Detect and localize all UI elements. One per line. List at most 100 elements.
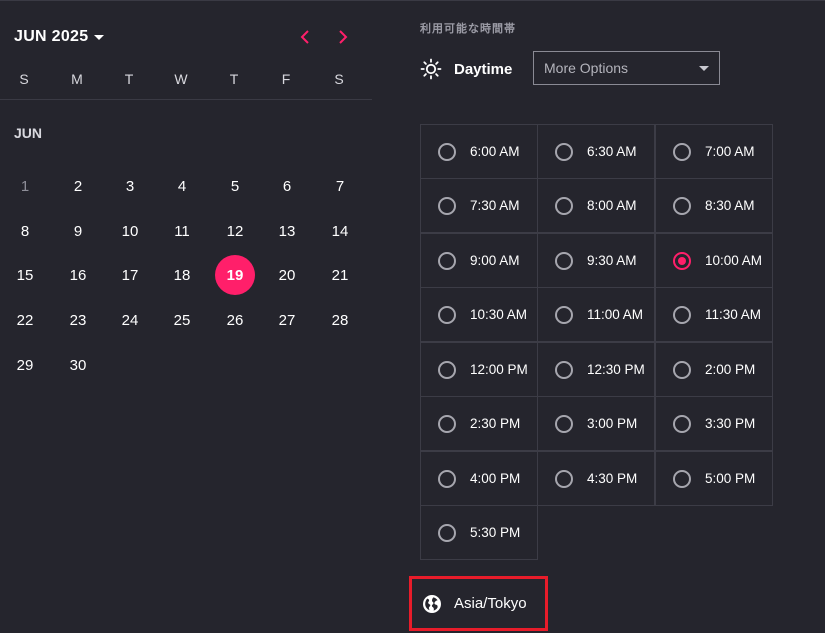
- next-month-button[interactable]: [332, 25, 354, 49]
- calendar-day[interactable]: 14: [320, 211, 360, 251]
- weekday-label: S: [19, 71, 29, 87]
- calendar-day[interactable]: 24: [110, 300, 150, 340]
- calendar-day[interactable]: 18: [162, 255, 202, 295]
- time-slot[interactable]: 4:00 PM: [420, 451, 538, 506]
- time-slot-label: 12:00 PM: [470, 362, 528, 377]
- daytime-label: Daytime: [454, 60, 513, 78]
- calendar-day[interactable]: 28: [320, 300, 360, 340]
- prev-month-button[interactable]: [294, 25, 316, 49]
- calendar-day[interactable]: 27: [267, 300, 307, 340]
- radio-icon: [673, 360, 691, 379]
- calendar-day[interactable]: 10: [110, 211, 150, 251]
- time-slot[interactable]: 4:30 PM: [537, 451, 655, 506]
- time-slot-grid: 6:00 AM 6:30 AM 7:00 AM 7:30 AM 8:00 AM …: [420, 124, 773, 561]
- radio-icon: [673, 305, 691, 324]
- time-slot-label: 12:30 PM: [587, 362, 645, 377]
- timezone-label: Asia/Tokyo: [454, 595, 527, 612]
- daytime-row: Daytime: [420, 57, 512, 81]
- radio-icon: [673, 142, 691, 161]
- radio-icon: [438, 142, 456, 161]
- chevron-right-icon: [339, 30, 348, 44]
- time-slot-label: 10:00 AM: [705, 253, 763, 268]
- weekday-label: S: [334, 71, 344, 87]
- timezone-selector[interactable]: Asia/Tokyo: [409, 576, 548, 631]
- time-slot-label: 5:00 PM: [705, 471, 756, 486]
- radio-icon: [438, 523, 456, 542]
- calendar-day[interactable]: 17: [110, 255, 150, 295]
- calendar-panel: JUN 2025 S M T W T F S JUN 1 2 3 4 5 6 7…: [0, 1, 372, 633]
- calendar-day[interactable]: 5: [215, 166, 255, 206]
- radio-icon: [673, 469, 691, 488]
- time-slot[interactable]: 5:30 PM: [420, 505, 538, 560]
- chevron-left-icon: [300, 30, 309, 44]
- time-slot-label: 8:30 AM: [705, 198, 755, 213]
- calendar-day[interactable]: 6: [267, 166, 307, 206]
- caret-down-icon: [699, 66, 709, 71]
- time-slot-label: 6:00 AM: [470, 144, 520, 159]
- calendar-day[interactable]: 2: [58, 166, 98, 206]
- calendar-day[interactable]: 7: [320, 166, 360, 206]
- time-slot-label: 7:00 AM: [705, 144, 755, 159]
- radio-icon: [555, 469, 573, 488]
- radio-icon: [555, 196, 573, 215]
- time-slot-label: 3:00 PM: [587, 416, 638, 431]
- month-year-label: JUN 2025: [14, 28, 89, 45]
- time-slot-label: 10:30 AM: [470, 307, 528, 322]
- time-slot[interactable]: 3:30 PM: [655, 396, 773, 451]
- time-slot[interactable]: 7:30 AM: [420, 178, 538, 233]
- more-options-dropdown[interactable]: More Options: [533, 51, 720, 85]
- time-slot[interactable]: 3:00 PM: [537, 396, 655, 451]
- time-slot-label: 2:30 PM: [470, 416, 521, 431]
- calendar-day[interactable]: 22: [5, 300, 45, 340]
- calendar-day[interactable]: 26: [215, 300, 255, 340]
- time-slot[interactable]: 2:30 PM: [420, 396, 538, 451]
- calendar-day[interactable]: 11: [162, 211, 202, 251]
- calendar-day[interactable]: 23: [58, 300, 98, 340]
- time-slot-label: 4:30 PM: [587, 471, 638, 486]
- time-slot[interactable]: 8:30 AM: [655, 178, 773, 233]
- calendar-day[interactable]: 13: [267, 211, 307, 251]
- calendar-day-selected[interactable]: 19: [215, 255, 255, 295]
- calendar-day[interactable]: 12: [215, 211, 255, 251]
- time-slot[interactable]: 10:30 AM: [420, 287, 538, 342]
- radio-icon: [438, 360, 456, 379]
- calendar-day[interactable]: 4: [162, 166, 202, 206]
- time-slot[interactable]: 7:00 AM: [655, 124, 773, 179]
- time-slot[interactable]: 2:00 PM: [655, 342, 773, 397]
- radio-icon: [555, 414, 573, 433]
- calendar-day[interactable]: 16: [58, 255, 98, 295]
- time-slot[interactable]: 9:00 AM: [420, 233, 538, 288]
- radio-icon: [555, 142, 573, 161]
- time-slot[interactable]: 11:30 AM: [655, 287, 773, 342]
- calendar-day[interactable]: 1: [5, 166, 45, 206]
- time-slot-label: 3:30 PM: [705, 416, 756, 431]
- calendar-day[interactable]: 3: [110, 166, 150, 206]
- time-slot-selected[interactable]: 10:00 AM: [655, 233, 773, 288]
- time-slot[interactable]: 6:00 AM: [420, 124, 538, 179]
- time-slot[interactable]: 12:30 PM: [537, 342, 655, 397]
- calendar-day[interactable]: 15: [5, 255, 45, 295]
- weekday-label: W: [174, 71, 188, 87]
- time-slot-label: 8:00 AM: [587, 198, 637, 213]
- calendar-day[interactable]: 8: [5, 211, 45, 251]
- calendar-day[interactable]: 21: [320, 255, 360, 295]
- time-slot-label: 2:00 PM: [705, 362, 756, 377]
- time-slot[interactable]: 9:30 AM: [537, 233, 655, 288]
- caret-down-icon: [94, 34, 105, 40]
- calendar-day[interactable]: 25: [162, 300, 202, 340]
- calendar-day[interactable]: 29: [5, 345, 45, 385]
- calendar-day[interactable]: 9: [58, 211, 98, 251]
- time-slot[interactable]: 11:00 AM: [537, 287, 655, 342]
- calendar-day[interactable]: 30: [58, 345, 98, 385]
- calendar-day[interactable]: 20: [267, 255, 307, 295]
- time-slot[interactable]: 12:00 PM: [420, 342, 538, 397]
- time-slot-label: 9:00 AM: [470, 253, 520, 268]
- time-slot-label: 5:30 PM: [470, 525, 521, 540]
- time-slot-label: 9:30 AM: [587, 253, 637, 268]
- time-slot-label: 6:30 AM: [587, 144, 637, 159]
- time-slot[interactable]: 6:30 AM: [537, 124, 655, 179]
- time-slot[interactable]: 8:00 AM: [537, 178, 655, 233]
- month-year-selector[interactable]: JUN 2025: [14, 25, 105, 49]
- radio-icon: [555, 305, 573, 324]
- time-slot[interactable]: 5:00 PM: [655, 451, 773, 506]
